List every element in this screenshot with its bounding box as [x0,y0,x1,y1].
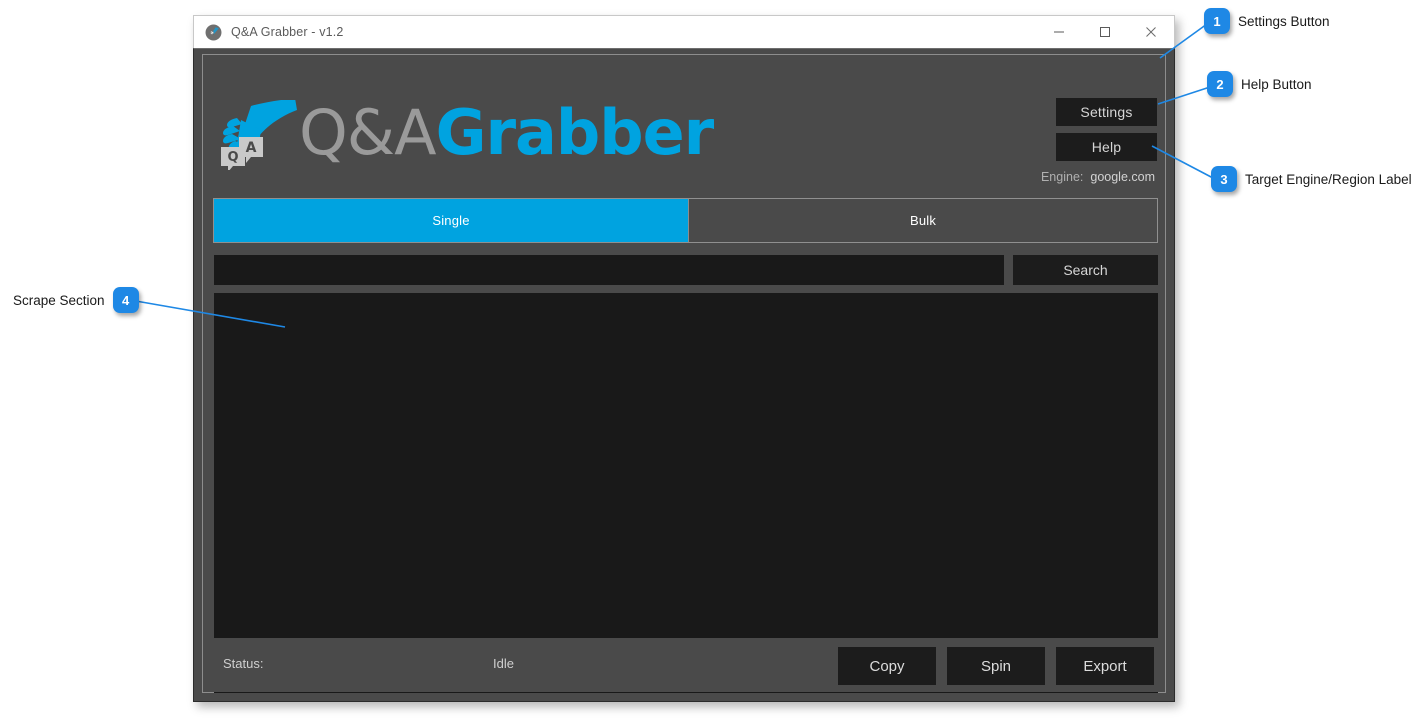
settings-button[interactable]: Settings [1056,98,1157,126]
mode-tab-bar: Single Bulk [213,198,1158,243]
brand-wordmark-accent: Grabber [435,96,715,169]
callout-1: 1 Settings Button [1204,8,1330,34]
minimize-button[interactable] [1036,16,1082,48]
window-body: A Q Q&AGrabber Settings Help Engine: goo… [193,48,1175,702]
callout-label-1: Settings Button [1238,13,1330,29]
status-label: Status: [223,656,264,671]
status-value: Idle [493,656,514,671]
help-button[interactable]: Help [1056,133,1157,161]
brand-wordmark: Q&AGrabber [299,102,714,164]
callout-badge-2: 2 [1207,71,1233,97]
app-logo-icon: Q [205,24,222,40]
close-button[interactable] [1128,16,1174,48]
engine-label-value: google.com [1090,170,1155,184]
application-window: Q Q&A Grabber - v1.2 A Q Q&AGrabber Sett… [193,15,1175,702]
export-button[interactable]: Export [1056,647,1154,685]
callout-2: 2 Help Button [1207,71,1312,97]
tab-single[interactable]: Single [214,199,689,242]
search-row: Search [214,255,1158,285]
brand-logo: A Q Q&AGrabber [215,100,714,170]
maximize-icon [1100,27,1110,37]
target-engine-region-label: Engine: google.com [1041,170,1155,184]
callout-badge-3: 3 [1211,166,1237,192]
search-input[interactable] [214,255,1004,285]
callout-label-4: Scrape Section [13,292,105,308]
header-band: A Q Q&AGrabber Settings Help Engine: goo… [203,55,1165,184]
status-bar: Status: Idle Copy Spin Export [203,638,1165,692]
maximize-button[interactable] [1082,16,1128,48]
callout-4: 4 Scrape Section [13,287,139,313]
tab-bulk[interactable]: Bulk [689,199,1157,242]
callout-badge-4: 4 [112,287,139,313]
window-content-frame: A Q Q&AGrabber Settings Help Engine: goo… [202,54,1166,693]
brand-wordmark-primary: Q&A [299,96,437,169]
copy-button[interactable]: Copy [838,647,936,685]
svg-text:Q: Q [211,31,214,35]
hand-grab-qa-icon: A Q [221,100,297,170]
callout-3: 3 Target Engine/Region Label [1211,166,1412,192]
callout-label-3: Target Engine/Region Label [1245,171,1412,187]
action-button-group: Copy Spin Export [838,647,1154,685]
spin-button[interactable]: Spin [947,647,1045,685]
callout-badge-1: 1 [1204,8,1230,34]
svg-text:A: A [246,140,257,156]
engine-label-key: Engine: [1040,170,1084,184]
title-bar[interactable]: Q Q&A Grabber - v1.2 [193,15,1175,48]
svg-text:Q: Q [227,150,238,165]
scrape-results-textarea[interactable] [214,293,1158,693]
window-title: Q&A Grabber - v1.2 [231,25,344,39]
window-controls [1036,16,1174,48]
close-icon [1146,27,1156,37]
callout-label-2: Help Button [1241,76,1312,92]
minimize-icon [1054,31,1064,33]
search-button[interactable]: Search [1013,255,1158,285]
